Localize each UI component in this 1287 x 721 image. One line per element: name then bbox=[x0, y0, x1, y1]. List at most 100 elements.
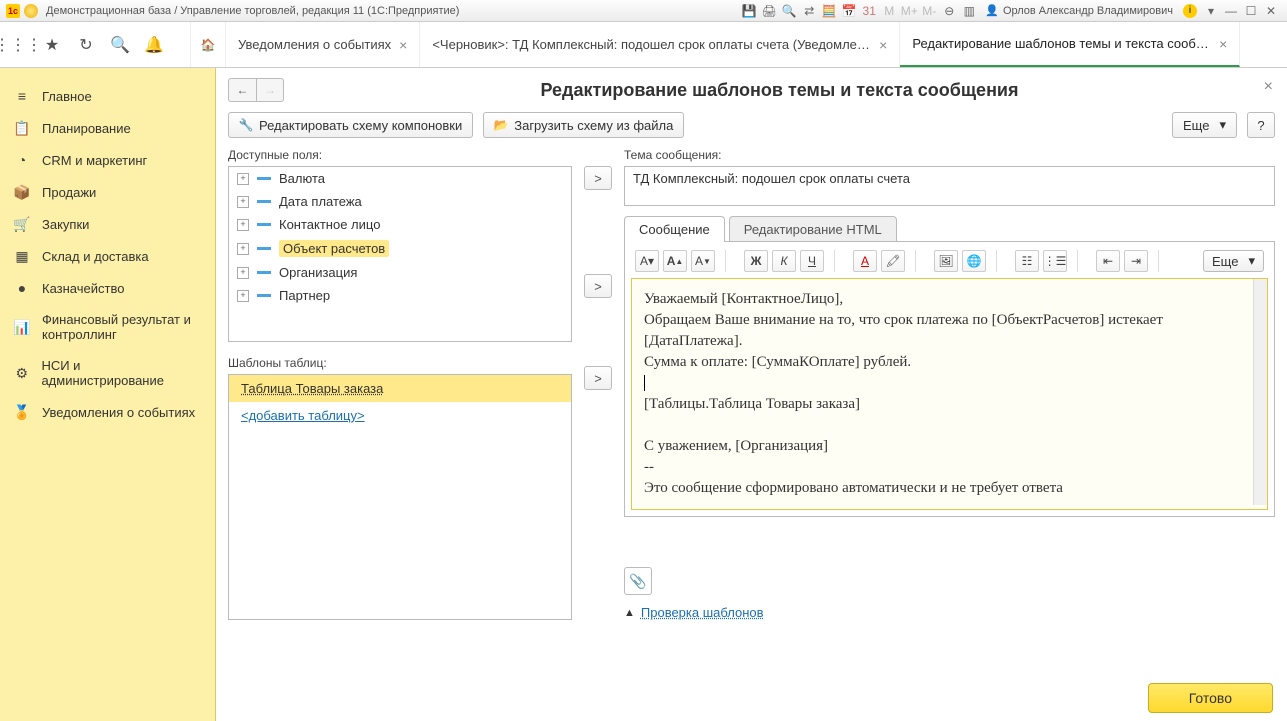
check-templates-link[interactable]: ▲ Проверка шаблонов bbox=[624, 605, 1275, 620]
preview-icon[interactable]: 🔍 bbox=[781, 3, 797, 19]
date-icon[interactable]: 31 bbox=[861, 3, 877, 19]
m-minus-icon[interactable]: M- bbox=[921, 3, 937, 19]
sidebar-item-label: Главное bbox=[42, 89, 92, 104]
tab-draft[interactable]: <Черновик>: ТД Комплексный: подошел срок… bbox=[420, 22, 900, 67]
calc-icon[interactable]: 🧮 bbox=[821, 3, 837, 19]
list-bullet-button[interactable]: ⋮☰ bbox=[1043, 250, 1067, 272]
text-color-button[interactable]: А bbox=[853, 250, 877, 272]
table-templates-list[interactable]: Таблица Товары заказа <добавить таблицу> bbox=[228, 374, 572, 620]
expand-icon[interactable]: + bbox=[237, 243, 249, 255]
forward-button[interactable]: → bbox=[256, 78, 284, 102]
sidebar-item-treasury[interactable]: ●Казначейство bbox=[0, 272, 215, 304]
insert-table-button[interactable]: > bbox=[584, 366, 612, 390]
back-button[interactable]: ← bbox=[228, 78, 256, 102]
minimize-icon[interactable]: — bbox=[1223, 3, 1239, 19]
template-row[interactable]: Таблица Товары заказа bbox=[229, 375, 571, 402]
field-name: Партнер bbox=[279, 288, 330, 303]
window-title: Демонстрационная база / Управление торго… bbox=[46, 5, 459, 17]
star-icon[interactable]: ★ bbox=[42, 35, 62, 55]
tab-label: <Черновик>: ТД Комплексный: подошел срок… bbox=[432, 37, 871, 52]
sidebar-item-events[interactable]: 🏅Уведомления о событиях bbox=[0, 396, 215, 428]
print-icon[interactable]: 🖨 bbox=[761, 3, 777, 19]
bold-button[interactable]: Ж bbox=[744, 250, 768, 272]
editor-more-button[interactable]: Еще▾ bbox=[1203, 250, 1264, 272]
field-row[interactable]: +Объект расчетов bbox=[229, 236, 571, 261]
dropdown-icon[interactable]: ▾ bbox=[1203, 3, 1219, 19]
expand-icon[interactable]: + bbox=[237, 196, 249, 208]
sidebar-item-warehouse[interactable]: ▦Склад и доставка bbox=[0, 240, 215, 272]
edit-scheme-button[interactable]: 🔧Редактировать схему компоновки bbox=[228, 112, 473, 138]
info-icon[interactable]: i bbox=[1183, 4, 1197, 18]
sidebar-item-finresult[interactable]: 📊Финансовый результат и контроллинг bbox=[0, 304, 215, 350]
outdent-button[interactable]: ⇤ bbox=[1096, 250, 1120, 272]
search-icon[interactable]: 🔍 bbox=[110, 35, 130, 55]
font-button[interactable]: A▾ bbox=[635, 250, 659, 272]
close-icon[interactable]: × bbox=[879, 37, 887, 53]
m-plus-icon[interactable]: M+ bbox=[901, 3, 917, 19]
field-row[interactable]: +Дата платежа bbox=[229, 190, 571, 213]
button-label: Редактировать схему компоновки bbox=[259, 118, 462, 133]
user-block[interactable]: 👤 Орлов Александр Владимирович bbox=[985, 4, 1173, 17]
zoom-out-icon[interactable]: ⊖ bbox=[941, 3, 957, 19]
underline-button[interactable]: Ч bbox=[800, 250, 824, 272]
editor-body[interactable]: Уважаемый [КонтактноеЛицо], Обращаем Ваш… bbox=[631, 278, 1268, 510]
insert-subject-button[interactable]: > bbox=[584, 274, 612, 298]
insert-field-button[interactable]: > bbox=[584, 166, 612, 190]
sidebar-item-sales[interactable]: 📦Продажи bbox=[0, 176, 215, 208]
more-button[interactable]: Еще▾ bbox=[1172, 112, 1237, 138]
panels-icon[interactable]: ▥ bbox=[961, 3, 977, 19]
add-template-link[interactable]: <добавить таблицу> bbox=[229, 402, 571, 429]
save-icon[interactable]: 💾 bbox=[741, 3, 757, 19]
sidebar-item-main[interactable]: ≡Главное bbox=[0, 80, 215, 112]
field-row[interactable]: +Контактное лицо bbox=[229, 213, 571, 236]
attach-button[interactable]: 📎 bbox=[624, 567, 652, 595]
m-icon[interactable]: M bbox=[881, 3, 897, 19]
calendar-icon[interactable]: 📅 bbox=[841, 3, 857, 19]
ready-button[interactable]: Готово bbox=[1148, 683, 1273, 713]
image-button[interactable]: 🖼 bbox=[934, 250, 958, 272]
highlight-button[interactable]: 🖍 bbox=[881, 250, 905, 272]
font-grow-button[interactable]: A▲ bbox=[663, 250, 687, 272]
load-scheme-button[interactable]: 📂Загрузить схему из файла bbox=[483, 112, 684, 138]
close-icon[interactable]: × bbox=[1219, 36, 1227, 52]
bell-icon[interactable]: 🔔 bbox=[144, 35, 164, 55]
sidebar-item-crm[interactable]: ◔CRM и маркетинг bbox=[0, 144, 215, 176]
field-row[interactable]: +Валюта bbox=[229, 167, 571, 190]
page-close-icon[interactable]: × bbox=[1264, 78, 1273, 96]
close-window-icon[interactable]: ✕ bbox=[1263, 3, 1279, 19]
middle-column: > > > bbox=[580, 148, 616, 620]
apps-icon[interactable]: ⋮⋮⋮ bbox=[8, 35, 28, 55]
sidebar-item-purchases[interactable]: 🛒Закупки bbox=[0, 208, 215, 240]
history-icon[interactable]: ↻ bbox=[76, 35, 96, 55]
tab-html[interactable]: Редактирование HTML bbox=[729, 216, 897, 242]
sidebar-item-label: НСИ и администрирование bbox=[41, 358, 201, 388]
close-icon[interactable]: × bbox=[399, 37, 407, 53]
main-area: ≡Главное 📋Планирование ◔CRM и маркетинг … bbox=[0, 68, 1287, 721]
link-button[interactable]: 🌐 bbox=[962, 250, 986, 272]
expand-icon[interactable]: + bbox=[237, 173, 249, 185]
app-menu-icon[interactable] bbox=[24, 4, 38, 18]
compare-icon[interactable]: ⇄ bbox=[801, 3, 817, 19]
tab-edit-templates[interactable]: Редактирование шаблонов темы и текста со… bbox=[900, 22, 1240, 67]
body-line: -- bbox=[644, 457, 1255, 478]
help-button[interactable]: ? bbox=[1247, 112, 1275, 138]
field-row[interactable]: + Партнер bbox=[229, 284, 571, 307]
sidebar-item-nsi[interactable]: ⚙НСИ и администрирование bbox=[0, 350, 215, 396]
expand-icon[interactable]: + bbox=[237, 267, 249, 279]
tab-message[interactable]: Сообщение bbox=[624, 216, 725, 242]
subject-input[interactable]: ТД Комплексный: подошел срок оплаты счет… bbox=[624, 166, 1275, 206]
font-shrink-button[interactable]: A▼ bbox=[691, 250, 715, 272]
expand-icon[interactable]: + bbox=[237, 219, 249, 231]
list-num-button[interactable]: ☷ bbox=[1015, 250, 1039, 272]
expand-icon[interactable]: + bbox=[237, 290, 249, 302]
available-fields-list[interactable]: +Валюта +Дата платежа +Контактное лицо +… bbox=[228, 166, 572, 342]
title-bar: 1c Демонстрационная база / Управление то… bbox=[0, 0, 1287, 22]
maximize-icon[interactable]: ☐ bbox=[1243, 3, 1259, 19]
home-tab[interactable]: 🏠 bbox=[190, 22, 226, 67]
field-row[interactable]: +Организация bbox=[229, 261, 571, 284]
italic-button[interactable]: К bbox=[772, 250, 796, 272]
scrollbar[interactable] bbox=[1253, 279, 1267, 505]
indent-button[interactable]: ⇥ bbox=[1124, 250, 1148, 272]
sidebar-item-planning[interactable]: 📋Планирование bbox=[0, 112, 215, 144]
tab-events[interactable]: Уведомления о событиях × bbox=[226, 22, 420, 67]
